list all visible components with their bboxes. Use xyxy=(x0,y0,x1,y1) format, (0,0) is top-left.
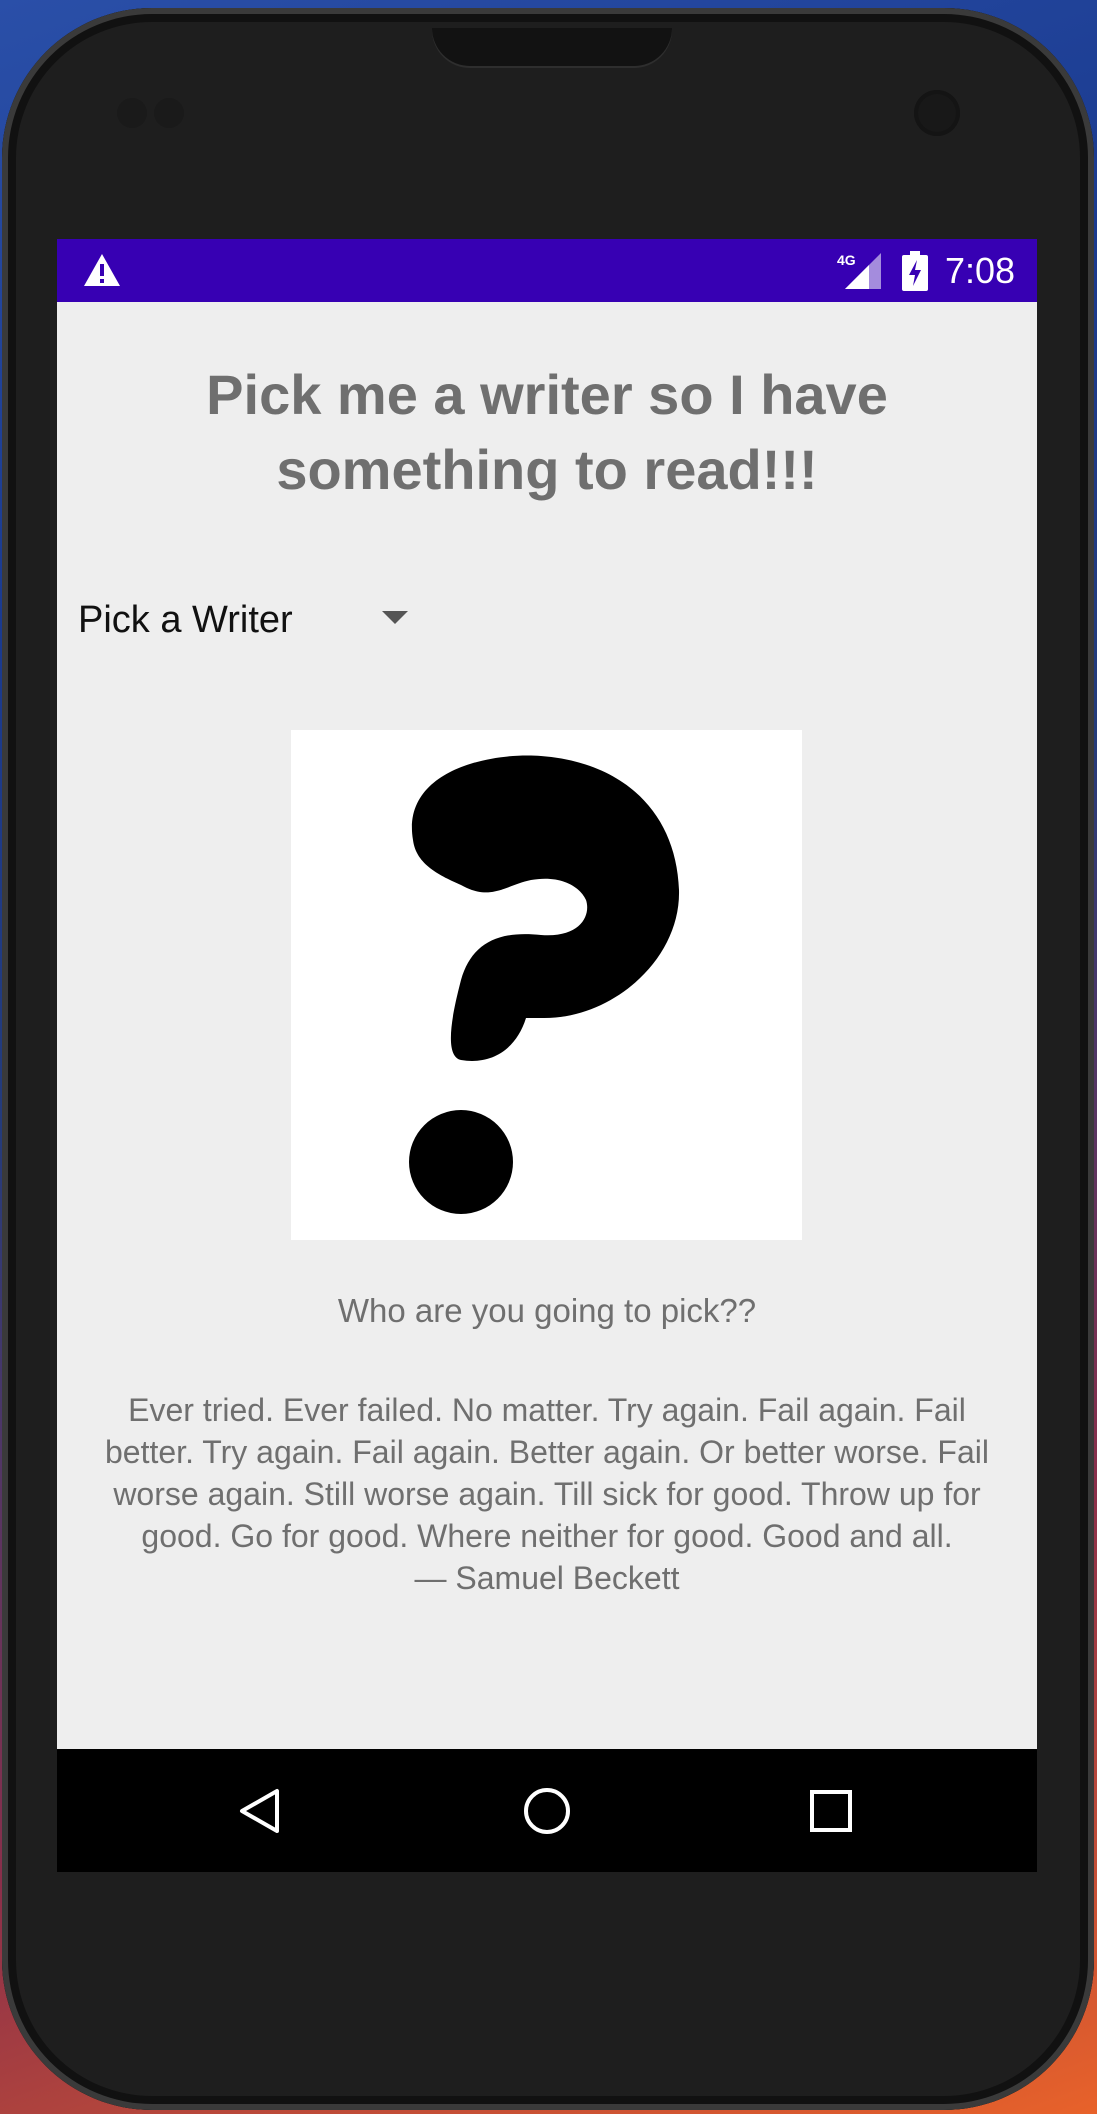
pick-caption: Who are you going to pick?? xyxy=(337,1292,757,1329)
back-icon[interactable] xyxy=(237,1787,283,1835)
app-screen: 4G 7:08 Pick me a writer so I have somet… xyxy=(57,239,1037,1872)
title-line-2: something to read!!! xyxy=(276,438,818,501)
dropdown-arrow-icon[interactable] xyxy=(382,611,408,624)
writer-quote: Ever tried. Ever failed. No matter. Try … xyxy=(57,1389,1037,1599)
page-title: Pick me a writer so I have something to … xyxy=(97,357,997,507)
recents-icon[interactable] xyxy=(809,1789,853,1833)
writer-spinner[interactable]: Pick a Writer xyxy=(57,579,437,661)
battery-charging-icon xyxy=(902,251,928,291)
quote-line: worse again. Still worse again. Till sic… xyxy=(113,1476,981,1512)
network-type-label: 4G xyxy=(837,252,856,268)
spinner-selected-value: Pick a Writer xyxy=(78,599,293,641)
home-icon[interactable] xyxy=(522,1786,572,1836)
quote-author: — Samuel Beckett xyxy=(414,1560,680,1596)
title-line-1: Pick me a writer so I have xyxy=(206,363,888,426)
phone-sensor xyxy=(154,98,184,128)
front-camera xyxy=(914,90,960,136)
quote-line: Ever tried. Ever failed. No matter. Try … xyxy=(128,1392,966,1428)
navigation-bar xyxy=(57,1749,1037,1872)
writer-image xyxy=(291,730,802,1240)
warning-icon xyxy=(84,254,120,286)
quote-line: better. Try again. Fail again. Better ag… xyxy=(105,1434,989,1470)
clock: 7:08 xyxy=(945,250,1016,291)
quote-line: good. Go for good. Where neither for goo… xyxy=(141,1518,953,1554)
question-mark-icon xyxy=(409,755,680,1214)
status-bar: 4G 7:08 xyxy=(57,239,1037,302)
phone-speaker xyxy=(432,28,672,66)
phone-sensor xyxy=(117,98,147,128)
signal-icon: 4G xyxy=(837,252,881,289)
